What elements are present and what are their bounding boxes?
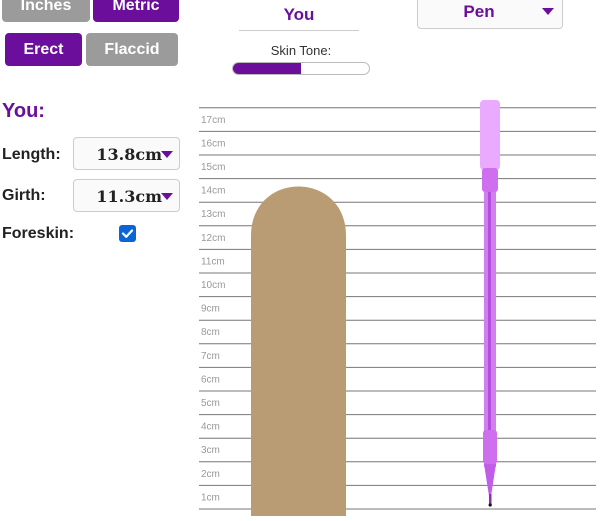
ruler-tick-label: 6cm bbox=[201, 374, 220, 385]
ruler-tick-label: 12cm bbox=[201, 233, 225, 244]
ruler-canvas: 1cm 2cm 3cm 4cm 5cm 6cm 7cm 8cm 9cm 10cm 11cm 12cm 1… bbox=[199, 100, 596, 516]
ruler-tick-label: 8cm bbox=[201, 327, 220, 338]
pen-icon bbox=[480, 100, 500, 507]
ruler-tick-label: 17cm bbox=[201, 115, 225, 126]
ruler-tick-label: 14cm bbox=[201, 186, 225, 197]
ruler-tick-label: 1cm bbox=[201, 492, 220, 503]
ruler-tick-label: 2cm bbox=[201, 469, 220, 480]
ruler-tick-label: 3cm bbox=[201, 445, 220, 456]
ruler-tick-label: 16cm bbox=[201, 138, 225, 149]
ruler-tick-label: 7cm bbox=[201, 351, 220, 362]
ruler-tick-label: 4cm bbox=[201, 422, 220, 433]
ruler-tick-label: 5cm bbox=[201, 398, 220, 409]
ruler-tick-label: 15cm bbox=[201, 162, 225, 173]
ruler-tick-label: 11cm bbox=[201, 256, 225, 267]
you-shape bbox=[251, 186, 346, 516]
ruler-tick-label: 13cm bbox=[201, 209, 225, 220]
ruler-tick-label: 10cm bbox=[201, 280, 225, 291]
ruler-tick-label: 9cm bbox=[201, 304, 220, 315]
size-ruler: 1cm 2cm 3cm 4cm 5cm 6cm 7cm 8cm 9cm 10cm 11cm 12cm 1… bbox=[0, 0, 600, 516]
